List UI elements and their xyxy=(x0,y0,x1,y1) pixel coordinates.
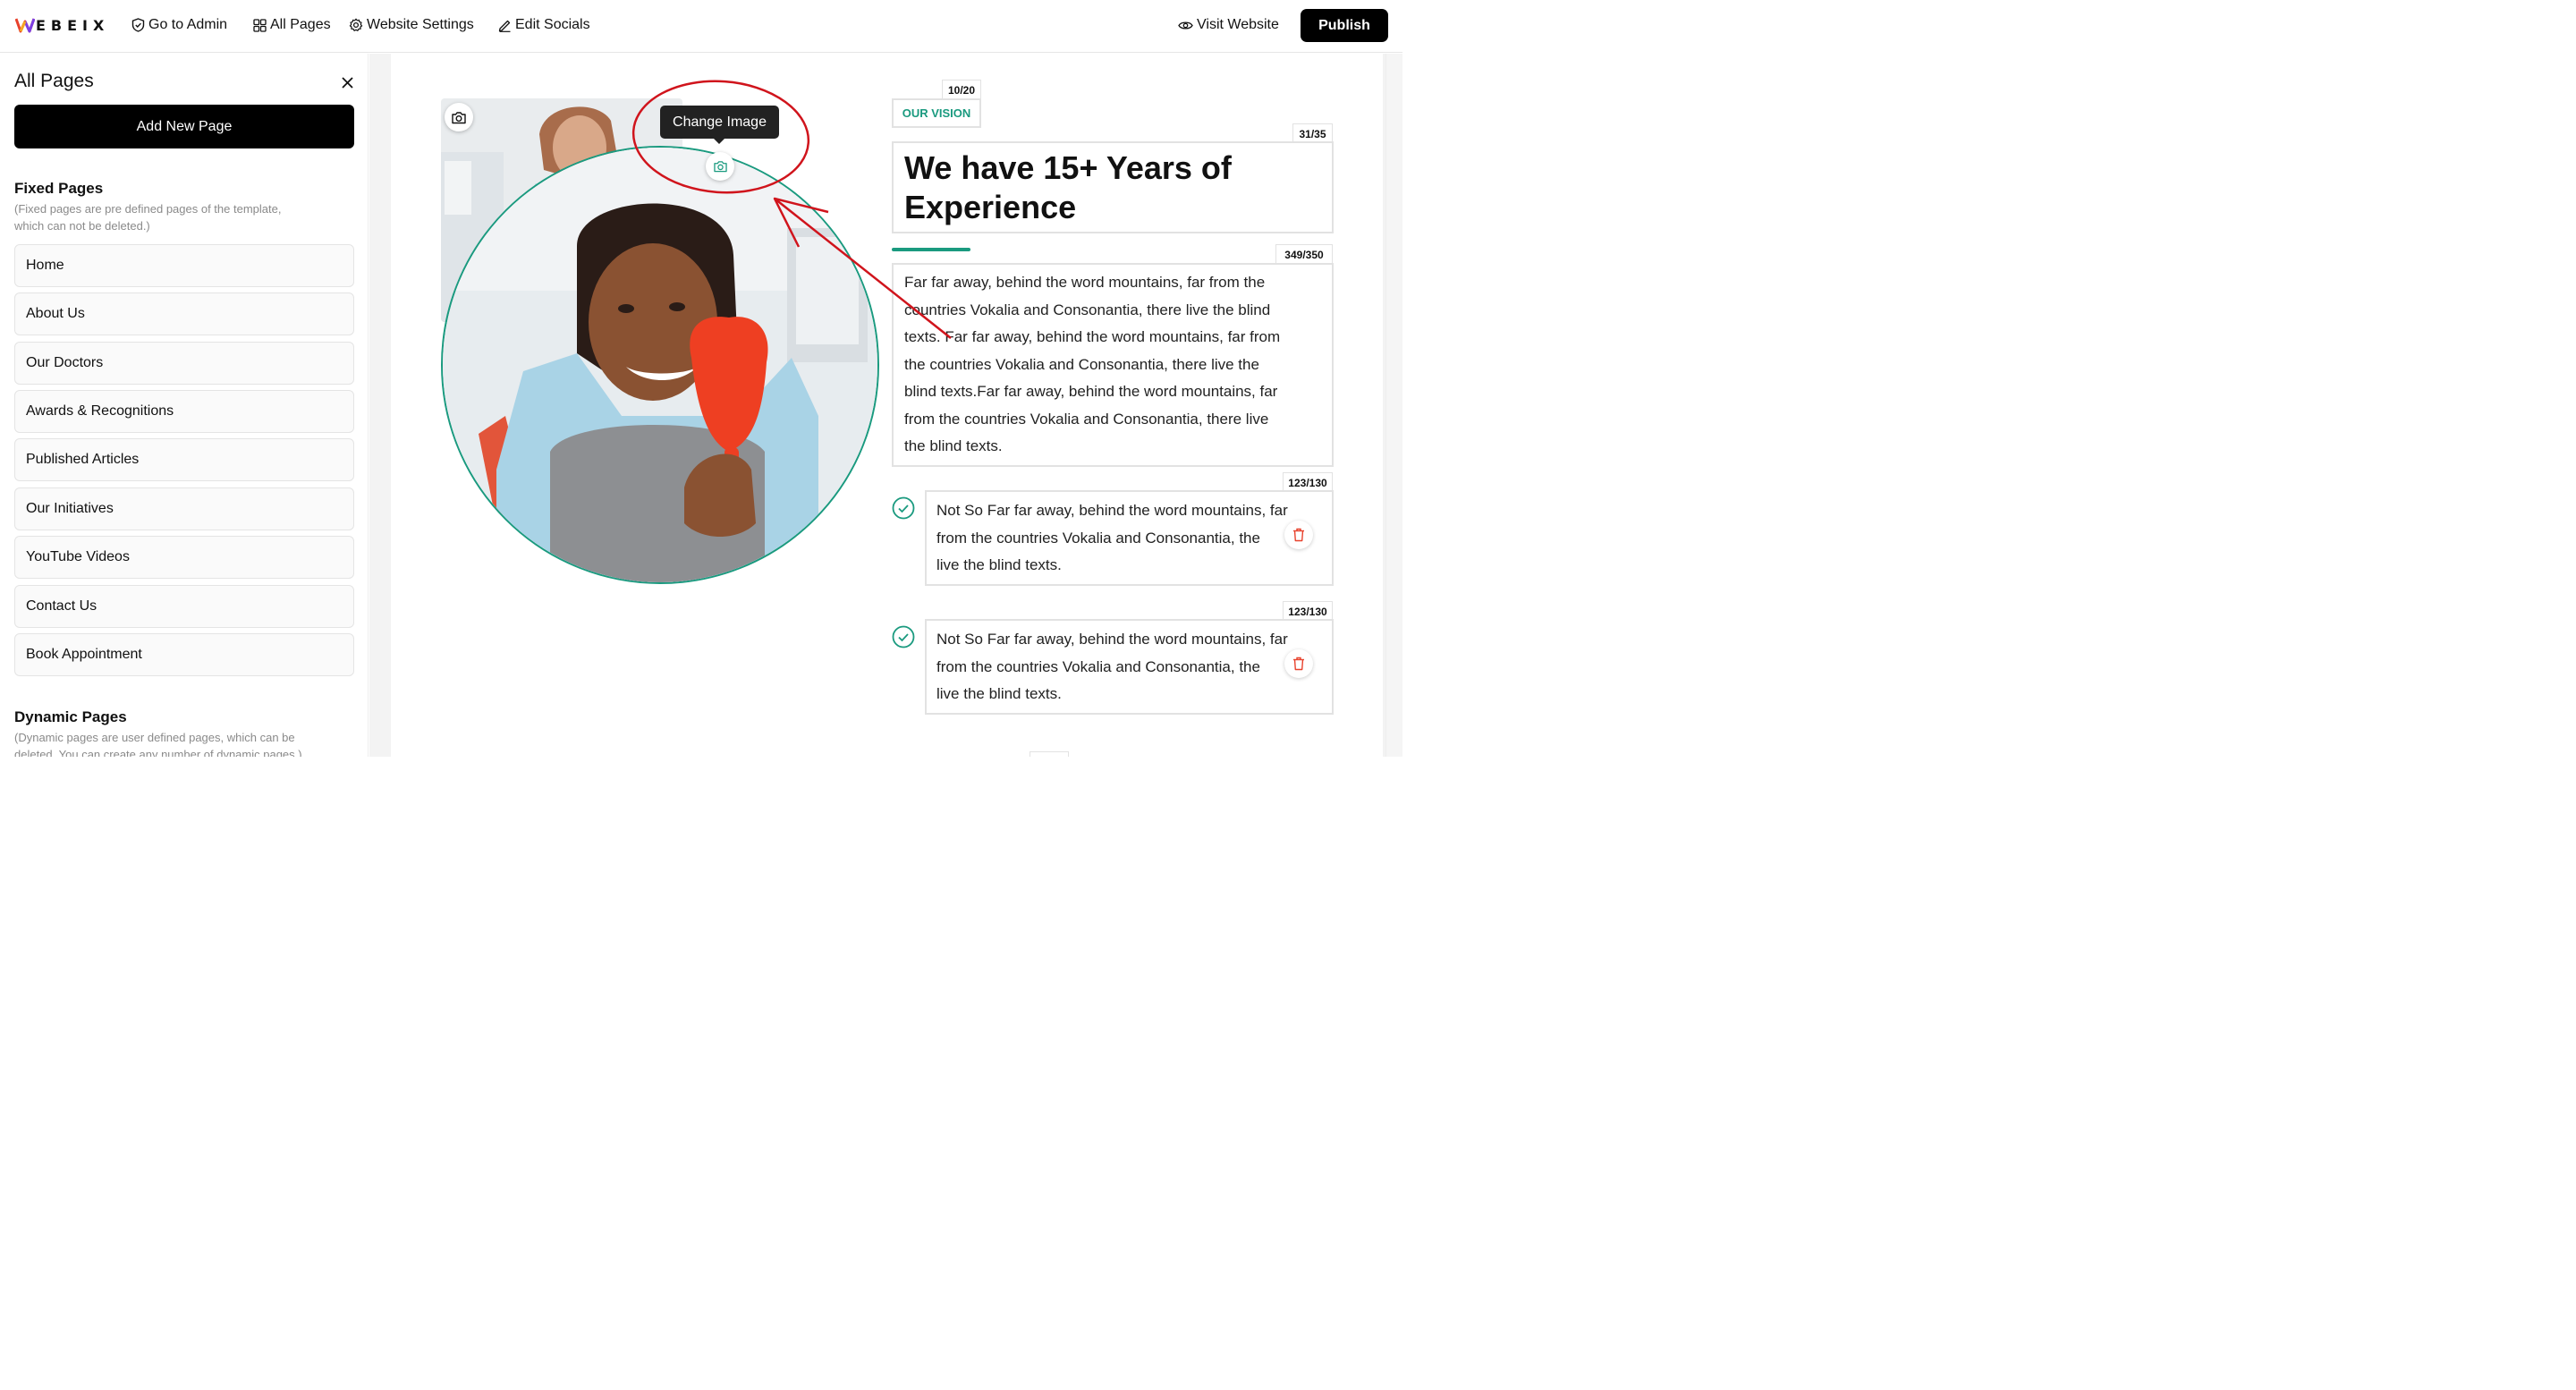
change-image-tooltip: Change Image xyxy=(660,106,779,144)
sidebar-item-our-initiatives[interactable]: Our Initiatives xyxy=(14,487,354,530)
point-line: live the blind texts. xyxy=(936,556,1062,573)
point-2-text: Not So Far far away, behind the word mou… xyxy=(936,626,1317,708)
grid-icon xyxy=(253,18,267,32)
sidebar-item-our-doctors[interactable]: Our Doctors xyxy=(14,342,354,385)
visit-website-label: Visit Website xyxy=(1197,17,1279,32)
all-pages-link[interactable]: All Pages xyxy=(253,15,331,35)
point-1-char-counter: 123/130 xyxy=(1283,472,1333,492)
sidebar-item-contact-us[interactable]: Contact Us xyxy=(14,585,354,628)
close-icon[interactable] xyxy=(340,75,355,90)
dynamic-pages-desc-line2: deleted. You can create any number of dy… xyxy=(14,748,302,757)
sidebar-item-published-articles[interactable]: Published Articles xyxy=(14,438,354,481)
dynamic-pages-desc-line1: (Dynamic pages are user defined pages, w… xyxy=(14,731,295,744)
paragraph-text: Far far away, behind the word mountains,… xyxy=(904,269,1325,461)
all-pages-label: All Pages xyxy=(270,17,331,32)
shield-check-icon xyxy=(131,18,145,32)
sidebar-item-awards[interactable]: Awards & Recognitions xyxy=(14,390,354,433)
change-secondary-image-button[interactable] xyxy=(445,103,473,131)
go-to-admin-label: Go to Admin xyxy=(148,17,228,32)
point-line: Not So Far far away, behind the word mou… xyxy=(936,502,1288,519)
sidebar-item-youtube-videos[interactable]: YouTube Videos xyxy=(14,536,354,579)
visit-website-link[interactable]: Visit Website xyxy=(1178,15,1279,35)
editor-scrollbar[interactable] xyxy=(1385,54,1402,757)
paragraph-line: texts. Far far away, behind the word mou… xyxy=(904,328,1281,345)
sidebar-item-book-appointment[interactable]: Book Appointment xyxy=(14,633,354,676)
next-counter-tab xyxy=(1030,751,1069,757)
edit-socials-label: Edit Socials xyxy=(515,17,590,32)
headline-char-counter: 31/35 xyxy=(1292,123,1333,143)
website-settings-label: Website Settings xyxy=(367,17,474,32)
headline: We have 15+ Years of Experience xyxy=(904,148,1325,227)
website-settings-link[interactable]: Website Settings xyxy=(349,15,474,35)
trash-icon xyxy=(1293,528,1304,542)
paragraph-line: from the countries Vokalia and Consonant… xyxy=(904,410,1269,428)
paragraph-line: Far far away, behind the word mountains,… xyxy=(904,274,1266,291)
delete-point-2-button[interactable] xyxy=(1284,649,1313,678)
trash-icon xyxy=(1293,657,1304,671)
patient-photo-image xyxy=(443,148,877,582)
main-photo-circle[interactable] xyxy=(441,146,879,584)
fixed-pages-desc-line1: (Fixed pages are pre defined pages of th… xyxy=(14,202,282,216)
check-circle-icon xyxy=(892,625,915,648)
eye-icon xyxy=(1178,21,1193,30)
fixed-pages-desc-line2: which can not be deleted.) xyxy=(14,219,150,233)
sidebar-title: All Pages xyxy=(14,71,94,91)
camera-icon xyxy=(713,161,727,173)
paragraph-line: blind texts.Far far away, behind the wor… xyxy=(904,383,1278,400)
add-new-page-button[interactable]: Add New Page xyxy=(14,105,354,148)
eyebrow-char-counter: 10/20 xyxy=(942,80,981,99)
delete-point-1-button[interactable] xyxy=(1284,521,1313,549)
headline-line-1: We have 15+ Years of xyxy=(904,149,1232,186)
fixed-pages-heading: Fixed Pages xyxy=(14,180,104,197)
go-to-admin-link[interactable]: Go to Admin xyxy=(131,15,227,35)
sidebar-item-about-us[interactable]: About Us xyxy=(14,292,354,335)
publish-button[interactable]: Publish xyxy=(1301,9,1388,42)
headline-line-2: Experience xyxy=(904,189,1077,225)
top-navbar: EBEIX Go to Admin All Pages Website Sett… xyxy=(0,0,1402,53)
point-1-text: Not So Far far away, behind the word mou… xyxy=(936,497,1317,580)
paragraph-line: the blind texts. xyxy=(904,437,1003,454)
edit-socials-link[interactable]: Edit Socials xyxy=(498,15,590,35)
logo-w-mark xyxy=(15,18,35,33)
paragraph-line: the countries Vokalia and Consonantia, t… xyxy=(904,355,1259,373)
change-image-button[interactable] xyxy=(706,152,734,181)
point-line: live the blind texts. xyxy=(936,685,1062,702)
paragraph-line: countries Vokalia and Consonantia, there… xyxy=(904,301,1271,318)
check-circle-icon xyxy=(892,496,915,520)
eyebrow-text-field[interactable]: OUR VISION xyxy=(892,98,981,128)
point-2-char-counter: 123/130 xyxy=(1283,601,1333,621)
sidebar-item-home[interactable]: Home xyxy=(14,244,354,287)
point-line: from the countries Vokalia and Consonant… xyxy=(936,529,1260,547)
dynamic-pages-heading: Dynamic Pages xyxy=(14,708,127,725)
paragraph-char-counter: 349/350 xyxy=(1275,244,1333,264)
gear-icon xyxy=(349,18,363,31)
logo-text: EBEIX xyxy=(36,16,110,34)
pencil-icon xyxy=(498,20,511,32)
accent-divider xyxy=(892,248,970,251)
point-line: from the countries Vokalia and Consonant… xyxy=(936,657,1260,675)
point-line: Not So Far far away, behind the word mou… xyxy=(936,631,1288,648)
all-pages-sidebar: All Pages Add New Page Fixed Pages (Fixe… xyxy=(0,54,369,757)
camera-icon xyxy=(452,111,466,123)
webeix-logo[interactable]: EBEIX xyxy=(15,15,109,35)
